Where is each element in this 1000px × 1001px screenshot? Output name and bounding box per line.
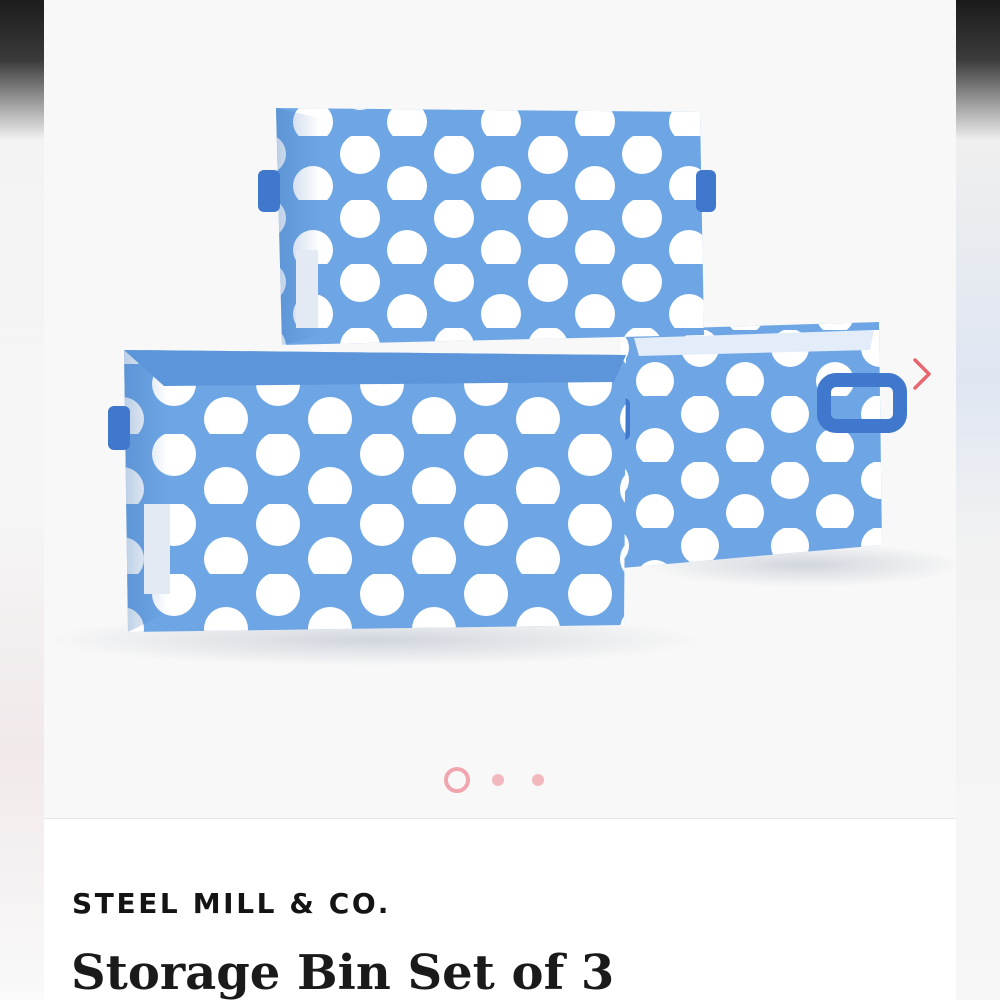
screen-edge-right: [956, 0, 1000, 1000]
carousel-dot-2[interactable]: [492, 774, 504, 786]
screen-edge-left: [0, 0, 44, 1000]
product-image: [44, 108, 956, 666]
carousel-dot-3[interactable]: [532, 774, 544, 786]
product-info: STEEL MILL & CO. Storage Bin Set of 3: [44, 819, 956, 1001]
chevron-right-icon: [913, 358, 931, 390]
product-image-gallery[interactable]: [44, 0, 956, 819]
carousel-dot-1[interactable]: [444, 767, 470, 793]
carousel-pagination: [444, 766, 564, 794]
product-title: Storage Bin Set of 3: [71, 945, 615, 1001]
next-image-button[interactable]: [902, 352, 942, 396]
brand-name[interactable]: STEEL MILL & CO.: [72, 887, 391, 920]
